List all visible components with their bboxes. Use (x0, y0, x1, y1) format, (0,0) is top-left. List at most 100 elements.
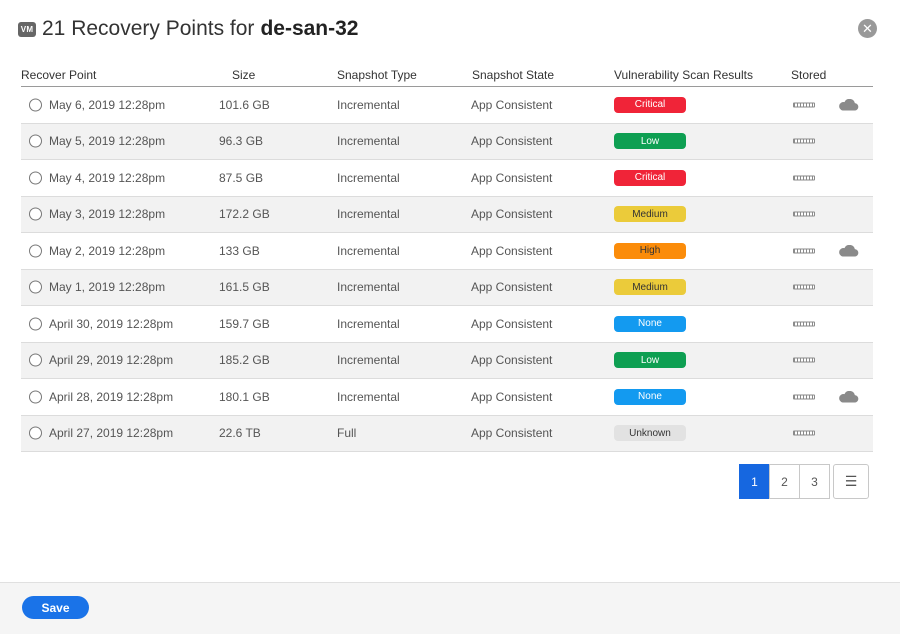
recovery-point-size: 159.7 GB (219, 316, 270, 331)
local-storage-icon (793, 248, 815, 254)
scan-result-badge: High (614, 242, 686, 259)
snapshot-state: App Consistent (471, 207, 553, 222)
dialog-title-vm-name: de-san-32 (260, 17, 359, 40)
radio-button-icon[interactable] (29, 98, 42, 112)
table-row[interactable]: May 6, 2019 12:28pm 101.6 GB Incremental Ap… (21, 87, 873, 124)
snapshot-type: Incremental (337, 389, 400, 404)
recovery-point-date: May 3, 2019 12:28pm (49, 207, 166, 222)
table-row[interactable]: May 5, 2019 12:28pm 96.3 GB Incremental App… (21, 123, 873, 160)
local-storage-icon (793, 357, 815, 363)
snapshot-state: App Consistent (471, 134, 553, 149)
local-storage-icon (793, 211, 815, 217)
dialog-title-prefix: 21 Recovery Points for (42, 17, 255, 40)
recovery-point-date: April 27, 2019 12:28pm (49, 426, 174, 441)
recovery-point-date: April 29, 2019 12:28pm (49, 353, 174, 368)
page-button-3[interactable]: 3 (799, 464, 830, 499)
column-header-scan-results[interactable]: Vulnerability Scan Results (614, 68, 753, 82)
radio-button-icon[interactable] (29, 207, 42, 221)
recovery-point-date: May 4, 2019 12:28pm (49, 170, 166, 185)
radio-button-icon[interactable] (29, 134, 42, 148)
table-row[interactable]: April 27, 2019 12:28pm 22.6 TB Full App Con… (21, 415, 873, 452)
snapshot-state: App Consistent (471, 243, 553, 258)
radio-button-icon[interactable] (29, 171, 42, 185)
scan-result-badge: Unknown (614, 425, 686, 442)
table-row[interactable]: April 29, 2019 12:28pm 185.2 GB Incrementa… (21, 342, 873, 379)
snapshot-type: Incremental (337, 97, 400, 112)
column-header-stored[interactable]: Stored (791, 68, 826, 82)
radio-button-icon[interactable] (29, 390, 42, 404)
column-header-snapshot-type[interactable]: Snapshot Type (337, 68, 417, 82)
scan-result-badge: Medium (614, 206, 686, 223)
recovery-point-date: April 28, 2019 12:28pm (49, 389, 174, 404)
snapshot-type: Incremental (337, 353, 400, 368)
table-row[interactable]: May 3, 2019 12:28pm 172.2 GB Incremental Ap… (21, 196, 873, 233)
vm-badge-icon: VM (18, 21, 36, 37)
recovery-point-size: 22.6 TB (219, 426, 261, 441)
table-row[interactable]: April 30, 2019 12:28pm 159.7 GB Incrementa… (21, 306, 873, 343)
recovery-point-size: 180.1 GB (219, 389, 270, 404)
scan-result-badge: None (614, 388, 686, 405)
local-storage-icon (793, 138, 815, 144)
recovery-point-size: 185.2 GB (219, 353, 270, 368)
table-row[interactable]: May 1, 2019 12:28pm 161.5 GB Incremental Ap… (21, 269, 873, 306)
local-storage-icon (793, 430, 815, 436)
snapshot-type: Incremental (337, 243, 400, 258)
snapshot-state: App Consistent (471, 280, 553, 295)
radio-button-icon[interactable] (29, 426, 42, 440)
snapshot-state: App Consistent (471, 426, 553, 441)
pagination: 1 2 3 ☰ (739, 464, 869, 499)
local-storage-icon (793, 175, 815, 181)
recovery-point-size: 161.5 GB (219, 280, 270, 295)
recovery-point-size: 87.5 GB (219, 170, 264, 185)
recovery-point-size: 101.6 GB (219, 97, 270, 112)
recovery-point-size: 172.2 GB (219, 207, 270, 222)
cloud-icon (837, 390, 859, 403)
dialog-header: VM 21 Recovery Points for de-san-32 (18, 14, 358, 44)
snapshot-state: App Consistent (471, 316, 553, 331)
column-header-snapshot-state[interactable]: Snapshot State (472, 68, 554, 82)
page-button-1[interactable]: 1 (739, 464, 770, 499)
table-row[interactable]: April 28, 2019 12:28pm 180.1 GB Incrementa… (21, 379, 873, 416)
snapshot-type: Incremental (337, 170, 400, 185)
table-body: May 6, 2019 12:28pm 101.6 GB Incremental Ap… (21, 87, 873, 452)
page-button-2[interactable]: 2 (769, 464, 800, 499)
cloud-icon (837, 98, 859, 111)
recovery-points-table: Recover Point Size Snapshot Type Snapsho… (21, 60, 873, 452)
scan-result-badge: Low (614, 352, 686, 369)
column-header-recover-point[interactable]: Recover Point (21, 68, 96, 82)
local-storage-icon (793, 102, 815, 108)
snapshot-type: Full (337, 426, 357, 441)
snapshot-state: App Consistent (471, 170, 553, 185)
recovery-point-date: May 1, 2019 12:28pm (49, 280, 166, 295)
snapshot-type: Incremental (337, 316, 400, 331)
local-storage-icon (793, 394, 815, 400)
table-row[interactable]: May 4, 2019 12:28pm 87.5 GB Incremental App… (21, 160, 873, 197)
scan-result-badge: Low (614, 133, 686, 150)
scan-result-badge: None (614, 315, 686, 332)
list-icon[interactable]: ☰ (833, 464, 869, 499)
close-icon[interactable]: ✕ (858, 19, 877, 38)
recovery-point-date: May 2, 2019 12:28pm (49, 243, 166, 258)
radio-button-icon[interactable] (29, 244, 42, 258)
local-storage-icon (793, 284, 815, 290)
recovery-point-date: April 30, 2019 12:28pm (49, 316, 174, 331)
scan-result-badge: Critical (614, 96, 686, 113)
column-header-size[interactable]: Size (232, 68, 255, 82)
table-row[interactable]: May 2, 2019 12:28pm 133 GB Incremental App … (21, 233, 873, 270)
radio-button-icon[interactable] (29, 353, 42, 367)
snapshot-state: App Consistent (471, 389, 553, 404)
dialog-footer: Save (0, 582, 900, 634)
recovery-point-size: 133 GB (219, 243, 260, 258)
snapshot-type: Incremental (337, 280, 400, 295)
recovery-point-size: 96.3 GB (219, 134, 264, 149)
recovery-point-date: May 5, 2019 12:28pm (49, 134, 166, 149)
local-storage-icon (793, 321, 815, 327)
radio-button-icon[interactable] (29, 280, 42, 294)
snapshot-state: App Consistent (471, 353, 553, 368)
save-button[interactable]: Save (22, 596, 89, 619)
snapshot-type: Incremental (337, 207, 400, 222)
snapshot-state: App Consistent (471, 97, 553, 112)
snapshot-type: Incremental (337, 134, 400, 149)
radio-button-icon[interactable] (29, 317, 42, 331)
scan-result-badge: Critical (614, 169, 686, 186)
